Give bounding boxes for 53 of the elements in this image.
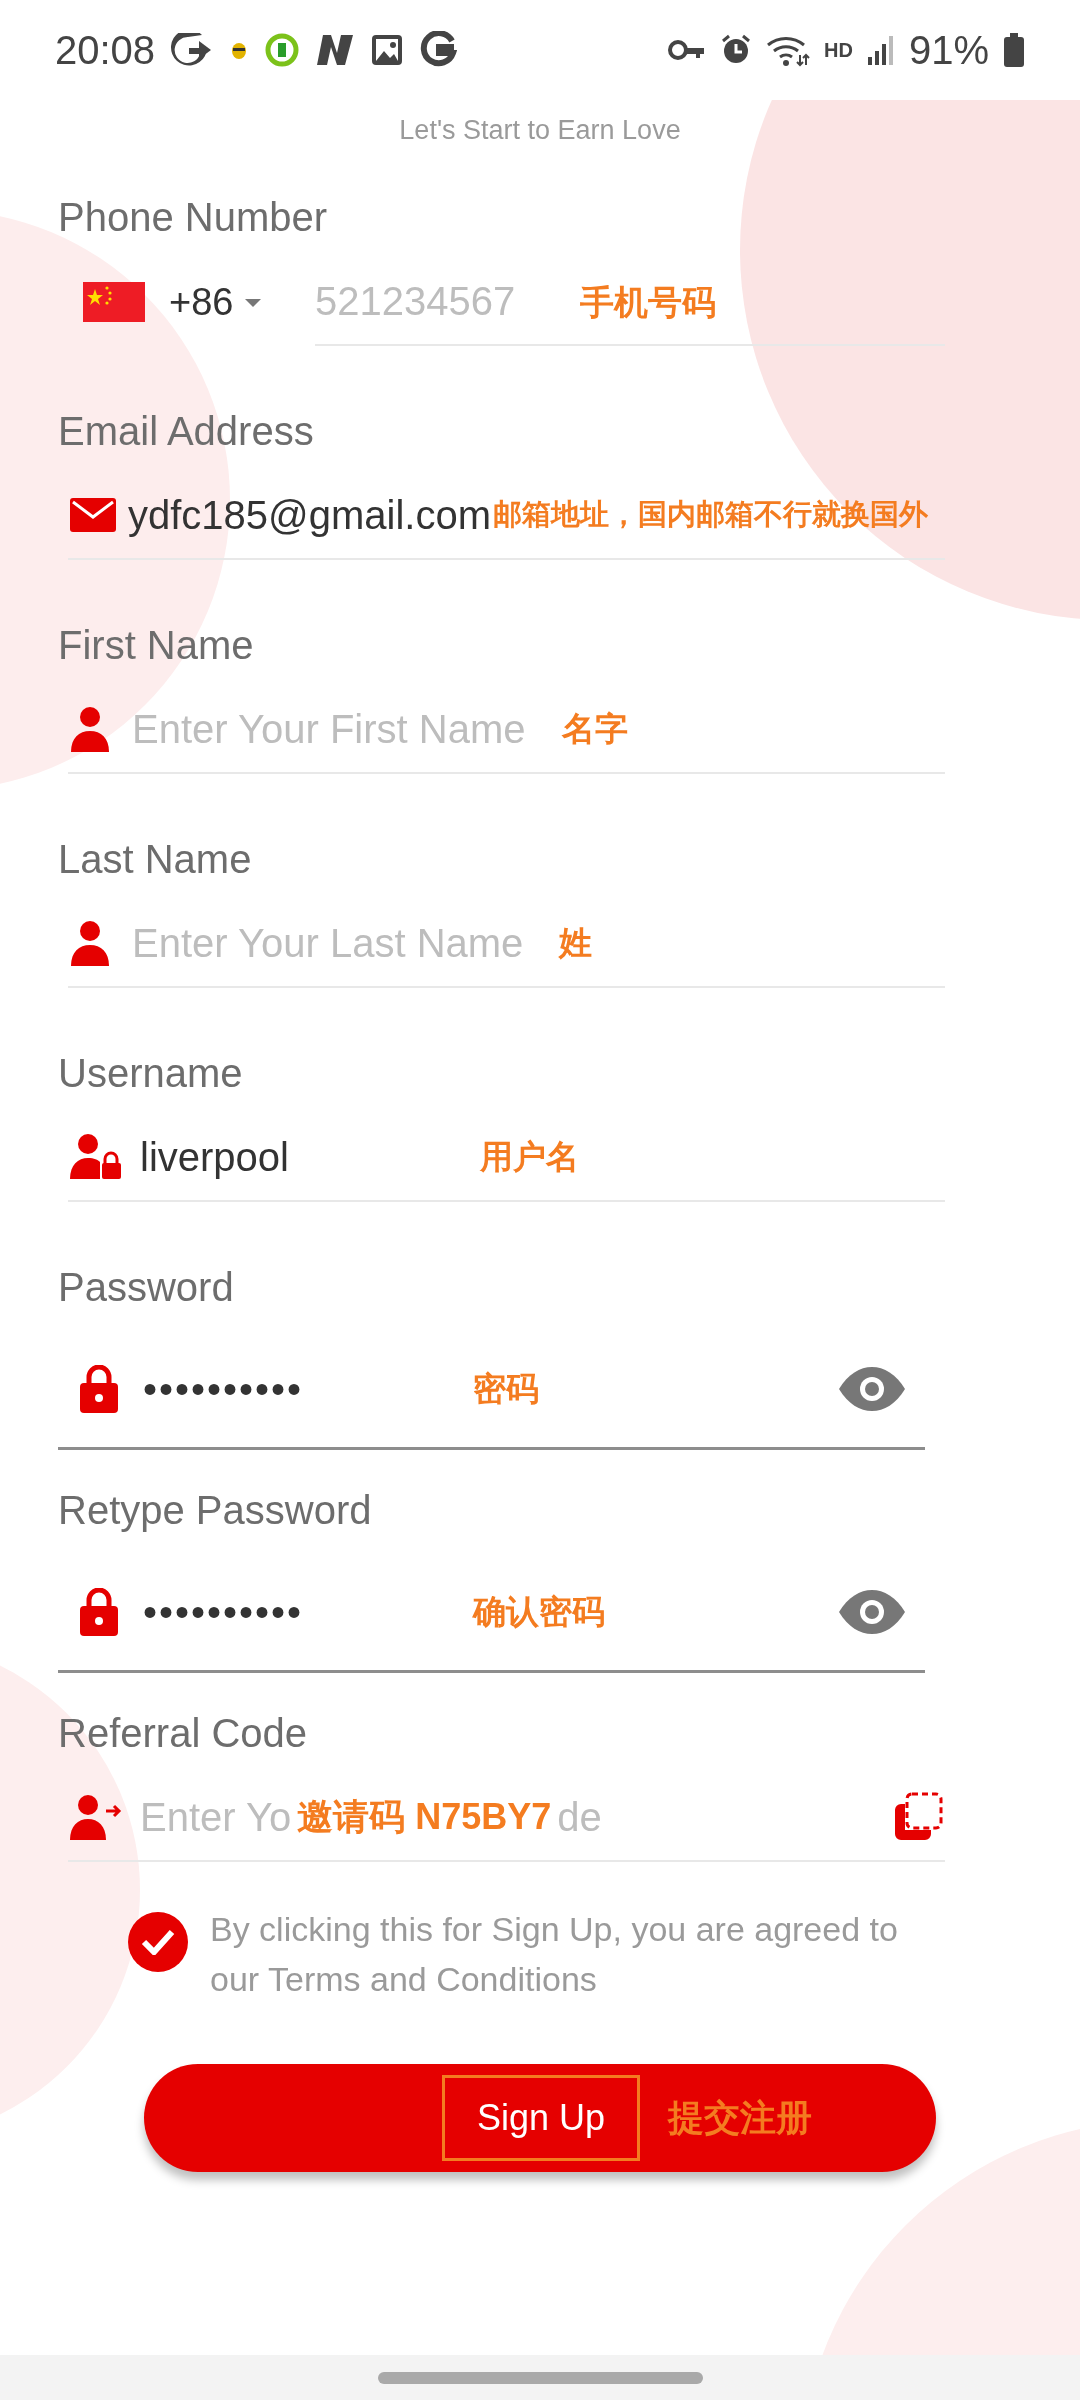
- image-icon: [371, 34, 404, 66]
- subtitle: Let's Start to Earn Love: [399, 114, 681, 147]
- person-lock-icon: [70, 1133, 122, 1181]
- username-field[interactable]: liverpool 用户名: [68, 1114, 945, 1202]
- envelope-icon: [70, 498, 116, 532]
- battery-percentage: 91%: [908, 27, 989, 74]
- field-label: Phone Number: [58, 194, 329, 241]
- field-label: First Name: [58, 622, 255, 669]
- sign-up-button[interactable]: Sign Up 提交注册: [144, 2064, 936, 2172]
- password-field[interactable]: •••••••••• 确认密码: [58, 1553, 925, 1673]
- annotation: 邮箱地址，国内邮箱不行就换国外: [492, 497, 928, 533]
- annotation: 用户名: [480, 1137, 579, 1178]
- annotation: 提交注册: [668, 2096, 812, 2140]
- person-arrow-icon: [70, 1794, 122, 1840]
- email-field[interactable]: ydfc185@gmail.com邮箱地址，国内邮箱不行就换国外: [68, 472, 945, 560]
- field-label: Password: [58, 1264, 235, 1311]
- signal-icon: [866, 35, 895, 65]
- highlight-frame: Sign Up: [442, 2075, 640, 2161]
- key-icon: [668, 39, 707, 61]
- network-label: HD: [824, 38, 853, 63]
- field-label: Last Name: [58, 836, 253, 883]
- zigzag-icon: [315, 33, 356, 67]
- country-code-picker[interactable]: +86: [58, 272, 315, 332]
- field-label: Email Address: [58, 408, 315, 455]
- annotation: 邀请码 N75BY7: [297, 1795, 552, 1839]
- clock: 20:08: [55, 27, 156, 74]
- terms-text: By clicking this for Sign Up, you are agreed to our Terms and Conditions: [210, 1909, 899, 2000]
- agree-checkbox[interactable]: [128, 1912, 188, 1972]
- password-field[interactable]: •••••••••• 密码: [58, 1330, 925, 1450]
- lock-icon: [80, 1364, 118, 1413]
- annotation: 密码: [473, 1368, 539, 1409]
- field-label: Referral Code: [58, 1710, 308, 1757]
- g-letter-icon: [419, 31, 458, 69]
- eye-icon: [839, 1589, 905, 1634]
- person-icon: [70, 920, 110, 966]
- alarm-icon: [720, 34, 753, 66]
- flag-icon: [83, 282, 145, 322]
- annotation: 名字: [561, 709, 628, 750]
- field-label: Retype Password: [58, 1487, 373, 1534]
- annotation: 姓: [559, 923, 593, 964]
- caret-icon: [245, 297, 262, 307]
- field-label: Username: [58, 1050, 244, 1097]
- lock-icon: [80, 1587, 118, 1636]
- copy-icon: [893, 1792, 943, 1842]
- battery-icon: [1003, 33, 1025, 67]
- ring-icon: [265, 33, 300, 67]
- placeholder-text: Enter Yo: [140, 1794, 292, 1841]
- annotation: 手机号码: [580, 281, 716, 323]
- check-icon: [141, 1929, 175, 1955]
- person-icon: [70, 706, 110, 752]
- eye-icon: [839, 1366, 905, 1411]
- annotation: 确认密码: [473, 1591, 605, 1632]
- placeholder-text: de: [557, 1794, 602, 1841]
